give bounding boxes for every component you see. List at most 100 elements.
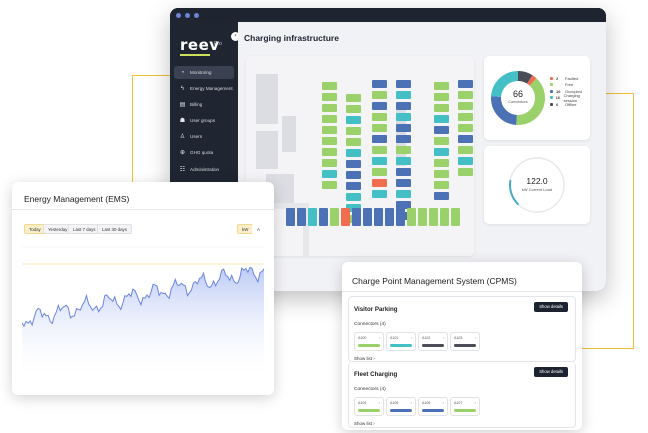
parking-spot[interactable] [372, 102, 387, 110]
parking-spot[interactable] [322, 93, 337, 101]
parking-spot[interactable] [372, 135, 387, 143]
parking-spot[interactable] [372, 157, 387, 165]
sidebar-item-ghg-quota[interactable]: ⊕ GHG quota [174, 146, 234, 159]
parking-spot[interactable] [322, 82, 337, 90]
parking-spot[interactable] [396, 179, 411, 187]
parking-spot[interactable] [434, 181, 449, 189]
connector-card[interactable]: A107 › [450, 397, 480, 416]
parking-spot[interactable] [396, 146, 411, 154]
parking-spot[interactable] [434, 148, 449, 156]
connector-card[interactable]: A101 › [386, 332, 416, 351]
parking-spot[interactable] [396, 168, 411, 176]
window-dot[interactable] [194, 12, 199, 18]
show-list-link[interactable]: Show list › [354, 356, 375, 361]
range-last-7-days[interactable]: Last 7 days [68, 224, 101, 234]
parking-spot[interactable] [434, 115, 449, 123]
parking-spot[interactable] [346, 171, 361, 179]
connector-card[interactable]: A102 › [418, 332, 448, 351]
parking-spot[interactable] [396, 190, 411, 198]
parking-spot[interactable] [396, 91, 411, 99]
sidebar-item-users[interactable]: ♙ Users [174, 130, 234, 143]
parking-spot[interactable] [385, 208, 394, 226]
parking-spot[interactable] [434, 137, 449, 145]
parking-spot[interactable] [322, 115, 337, 123]
parking-spot[interactable] [341, 208, 350, 226]
show-list-link[interactable]: Show list › [354, 421, 375, 426]
parking-spot[interactable] [322, 104, 337, 112]
parking-spot[interactable] [322, 170, 337, 178]
parking-spot[interactable] [372, 146, 387, 154]
connector-card[interactable]: A105 › [386, 397, 416, 416]
parking-spot[interactable] [346, 149, 361, 157]
parking-spot[interactable] [372, 113, 387, 121]
parking-spot[interactable] [396, 102, 411, 110]
parking-spot[interactable] [346, 182, 361, 190]
parking-spot[interactable] [322, 159, 337, 167]
parking-spot[interactable] [346, 116, 361, 124]
parking-spot[interactable] [429, 208, 438, 226]
unit-kw[interactable]: kW [237, 224, 254, 234]
sidebar-item-user-groups[interactable]: ☗ User groups [174, 114, 234, 127]
parking-spot[interactable] [458, 113, 473, 121]
parking-spot[interactable] [322, 148, 337, 156]
parking-spot[interactable] [396, 157, 411, 165]
parking-spot[interactable] [458, 102, 473, 110]
parking-spot[interactable] [418, 208, 427, 226]
parking-spot[interactable] [322, 126, 337, 134]
parking-spot[interactable] [346, 160, 361, 168]
parking-spot[interactable] [308, 208, 317, 226]
parking-spot[interactable] [352, 208, 361, 226]
parking-spot[interactable] [458, 80, 473, 88]
parking-spot[interactable] [434, 93, 449, 101]
parking-spot[interactable] [396, 124, 411, 132]
parking-spot[interactable] [434, 126, 449, 134]
parking-spot[interactable] [396, 135, 411, 143]
connector-card[interactable]: A100 › [354, 332, 384, 351]
parking-spot[interactable] [322, 137, 337, 145]
unit-amps[interactable]: A [252, 224, 265, 234]
range-last-30-days[interactable]: Last 30 days [97, 224, 132, 234]
sidebar-item-monitoring[interactable]: ◔ Monitoring [174, 66, 234, 79]
parking-spot[interactable] [434, 82, 449, 90]
parking-spot[interactable] [374, 208, 383, 226]
parking-spot[interactable] [396, 113, 411, 121]
parking-spot[interactable] [458, 146, 473, 154]
parking-spot[interactable] [434, 104, 449, 112]
parking-spot[interactable] [297, 208, 306, 226]
parking-spot[interactable] [322, 181, 337, 189]
connector-card[interactable]: A103 › [450, 332, 480, 351]
parking-spot[interactable] [372, 190, 387, 198]
parking-spot[interactable] [372, 91, 387, 99]
show-details-button[interactable]: Show details [534, 302, 568, 312]
parking-spot[interactable] [396, 80, 411, 88]
parking-spot[interactable] [434, 192, 449, 200]
parking-spot[interactable] [407, 208, 416, 226]
parking-spot[interactable] [434, 170, 449, 178]
parking-spot[interactable] [346, 94, 361, 102]
parking-spot[interactable] [458, 124, 473, 132]
parking-spot[interactable] [330, 208, 339, 226]
parking-spot[interactable] [346, 105, 361, 113]
parking-spot[interactable] [346, 138, 361, 146]
parking-spot[interactable] [372, 124, 387, 132]
parking-spot[interactable] [458, 91, 473, 99]
window-dot[interactable] [185, 12, 190, 18]
parking-spot[interactable] [458, 157, 473, 165]
connector-card[interactable]: A104 › [354, 397, 384, 416]
parking-spot[interactable] [363, 208, 372, 226]
parking-spot[interactable] [319, 208, 328, 226]
window-dot[interactable] [176, 12, 181, 18]
parking-spot[interactable] [346, 193, 361, 201]
parking-spot[interactable] [372, 179, 387, 187]
parking-spot[interactable] [451, 208, 460, 226]
parking-spot[interactable] [458, 168, 473, 176]
parking-spot[interactable] [434, 159, 449, 167]
parking-spot[interactable] [440, 208, 449, 226]
parking-spot[interactable] [372, 168, 387, 176]
sidebar-item-administration[interactable]: ☷ Administration [174, 163, 234, 176]
parking-spot[interactable] [286, 208, 295, 226]
sidebar-item-energy-management[interactable]: ϟ Energy Management [174, 82, 234, 95]
parking-spot[interactable] [396, 208, 405, 226]
parking-spot[interactable] [396, 201, 411, 209]
sidebar-item-billing[interactable]: ▤ Billing [174, 98, 234, 111]
